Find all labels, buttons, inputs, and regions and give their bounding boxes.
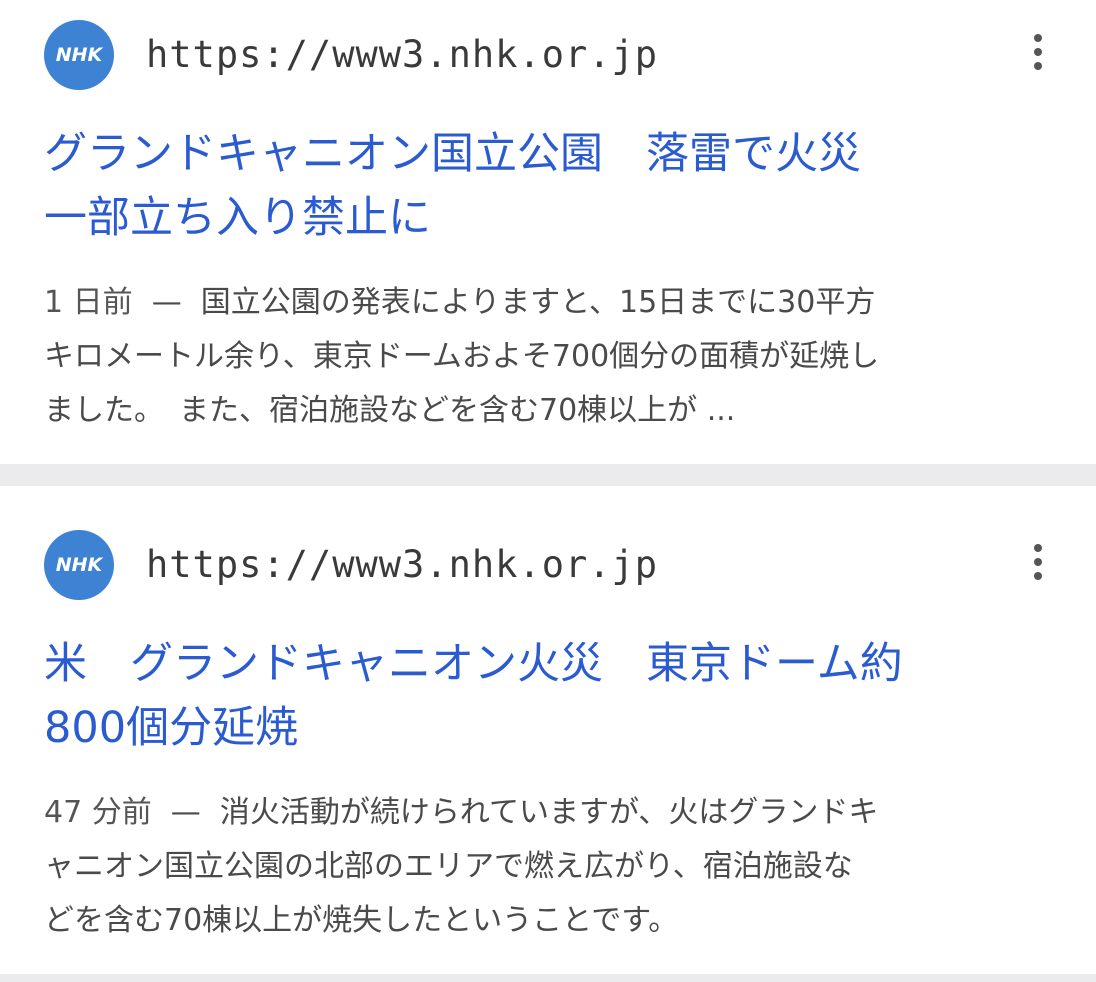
- card-divider: [0, 464, 1096, 486]
- result-snippet-line: ャニオン国立公園の北部のエリアで燃え広がり、宿泊施設な: [44, 849, 853, 884]
- result-snippet-line: 47 分前 — 消火活動が続けられていますが、火はグランドキ: [44, 786, 1064, 840]
- nhk-logo-icon: NHK: [44, 20, 114, 90]
- result-source[interactable]: NHK https://www3.nhk.or.jp: [44, 530, 1064, 600]
- result-title-line: 800個分延焼: [44, 703, 299, 753]
- result-snippet: 1 日前 — 国立公園の発表によりますと、15日までに30平方 キロメートル余り…: [44, 276, 1064, 438]
- search-result-card[interactable]: NHK https://www3.nhk.or.jp 米 グランドキャニオン火災…: [0, 486, 1096, 974]
- snippet-text: 消火活動が続けられていますが、火はグランドキ: [219, 795, 879, 830]
- more-vertical-icon[interactable]: [1026, 34, 1050, 76]
- result-url[interactable]: https://www3.nhk.or.jp: [146, 30, 658, 80]
- result-snippet-line: 1 日前 — 国立公園の発表によりますと、15日までに30平方: [44, 276, 1064, 330]
- result-snippet: 47 分前 — 消火活動が続けられていますが、火はグランドキ ャニオン国立公園の…: [44, 786, 1064, 948]
- result-time: 1 日前: [44, 285, 133, 320]
- result-time: 47 分前: [44, 795, 152, 830]
- snippet-text: 国立公園の発表によりますと、15日までに30平方: [200, 285, 876, 320]
- result-snippet-line: どを含む70棟以上が焼失したということです。: [44, 903, 679, 938]
- result-source[interactable]: NHK https://www3.nhk.or.jp: [44, 20, 1064, 90]
- result-title-line: 米 グランドキャニオン火災 東京ドーム約: [44, 639, 903, 689]
- nhk-logo-icon: NHK: [44, 530, 114, 600]
- result-url[interactable]: https://www3.nhk.or.jp: [146, 540, 658, 590]
- search-result-card[interactable]: NHK https://www3.nhk.or.jp グランドキャニオン国立公園…: [0, 0, 1096, 464]
- result-snippet-line: キロメートル余り、東京ドームおよそ700個分の面積が延焼し: [44, 339, 880, 374]
- result-title-link[interactable]: グランドキャニオン国立公園 落雷で火災 一部立ち入り禁止に: [44, 122, 1064, 250]
- result-title-line: グランドキャニオン国立公園 落雷で火災: [44, 129, 861, 179]
- result-title-link[interactable]: 米 グランドキャニオン火災 東京ドーム約 800個分延焼: [44, 632, 1064, 760]
- card-divider: [0, 974, 1096, 982]
- result-title-line: 一部立ち入り禁止に: [44, 193, 431, 243]
- time-separator: —: [151, 285, 182, 320]
- more-vertical-icon[interactable]: [1026, 544, 1050, 586]
- time-separator: —: [170, 795, 201, 830]
- result-snippet-line: ました。 また、宿泊施設などを含む70棟以上が ...: [44, 393, 736, 428]
